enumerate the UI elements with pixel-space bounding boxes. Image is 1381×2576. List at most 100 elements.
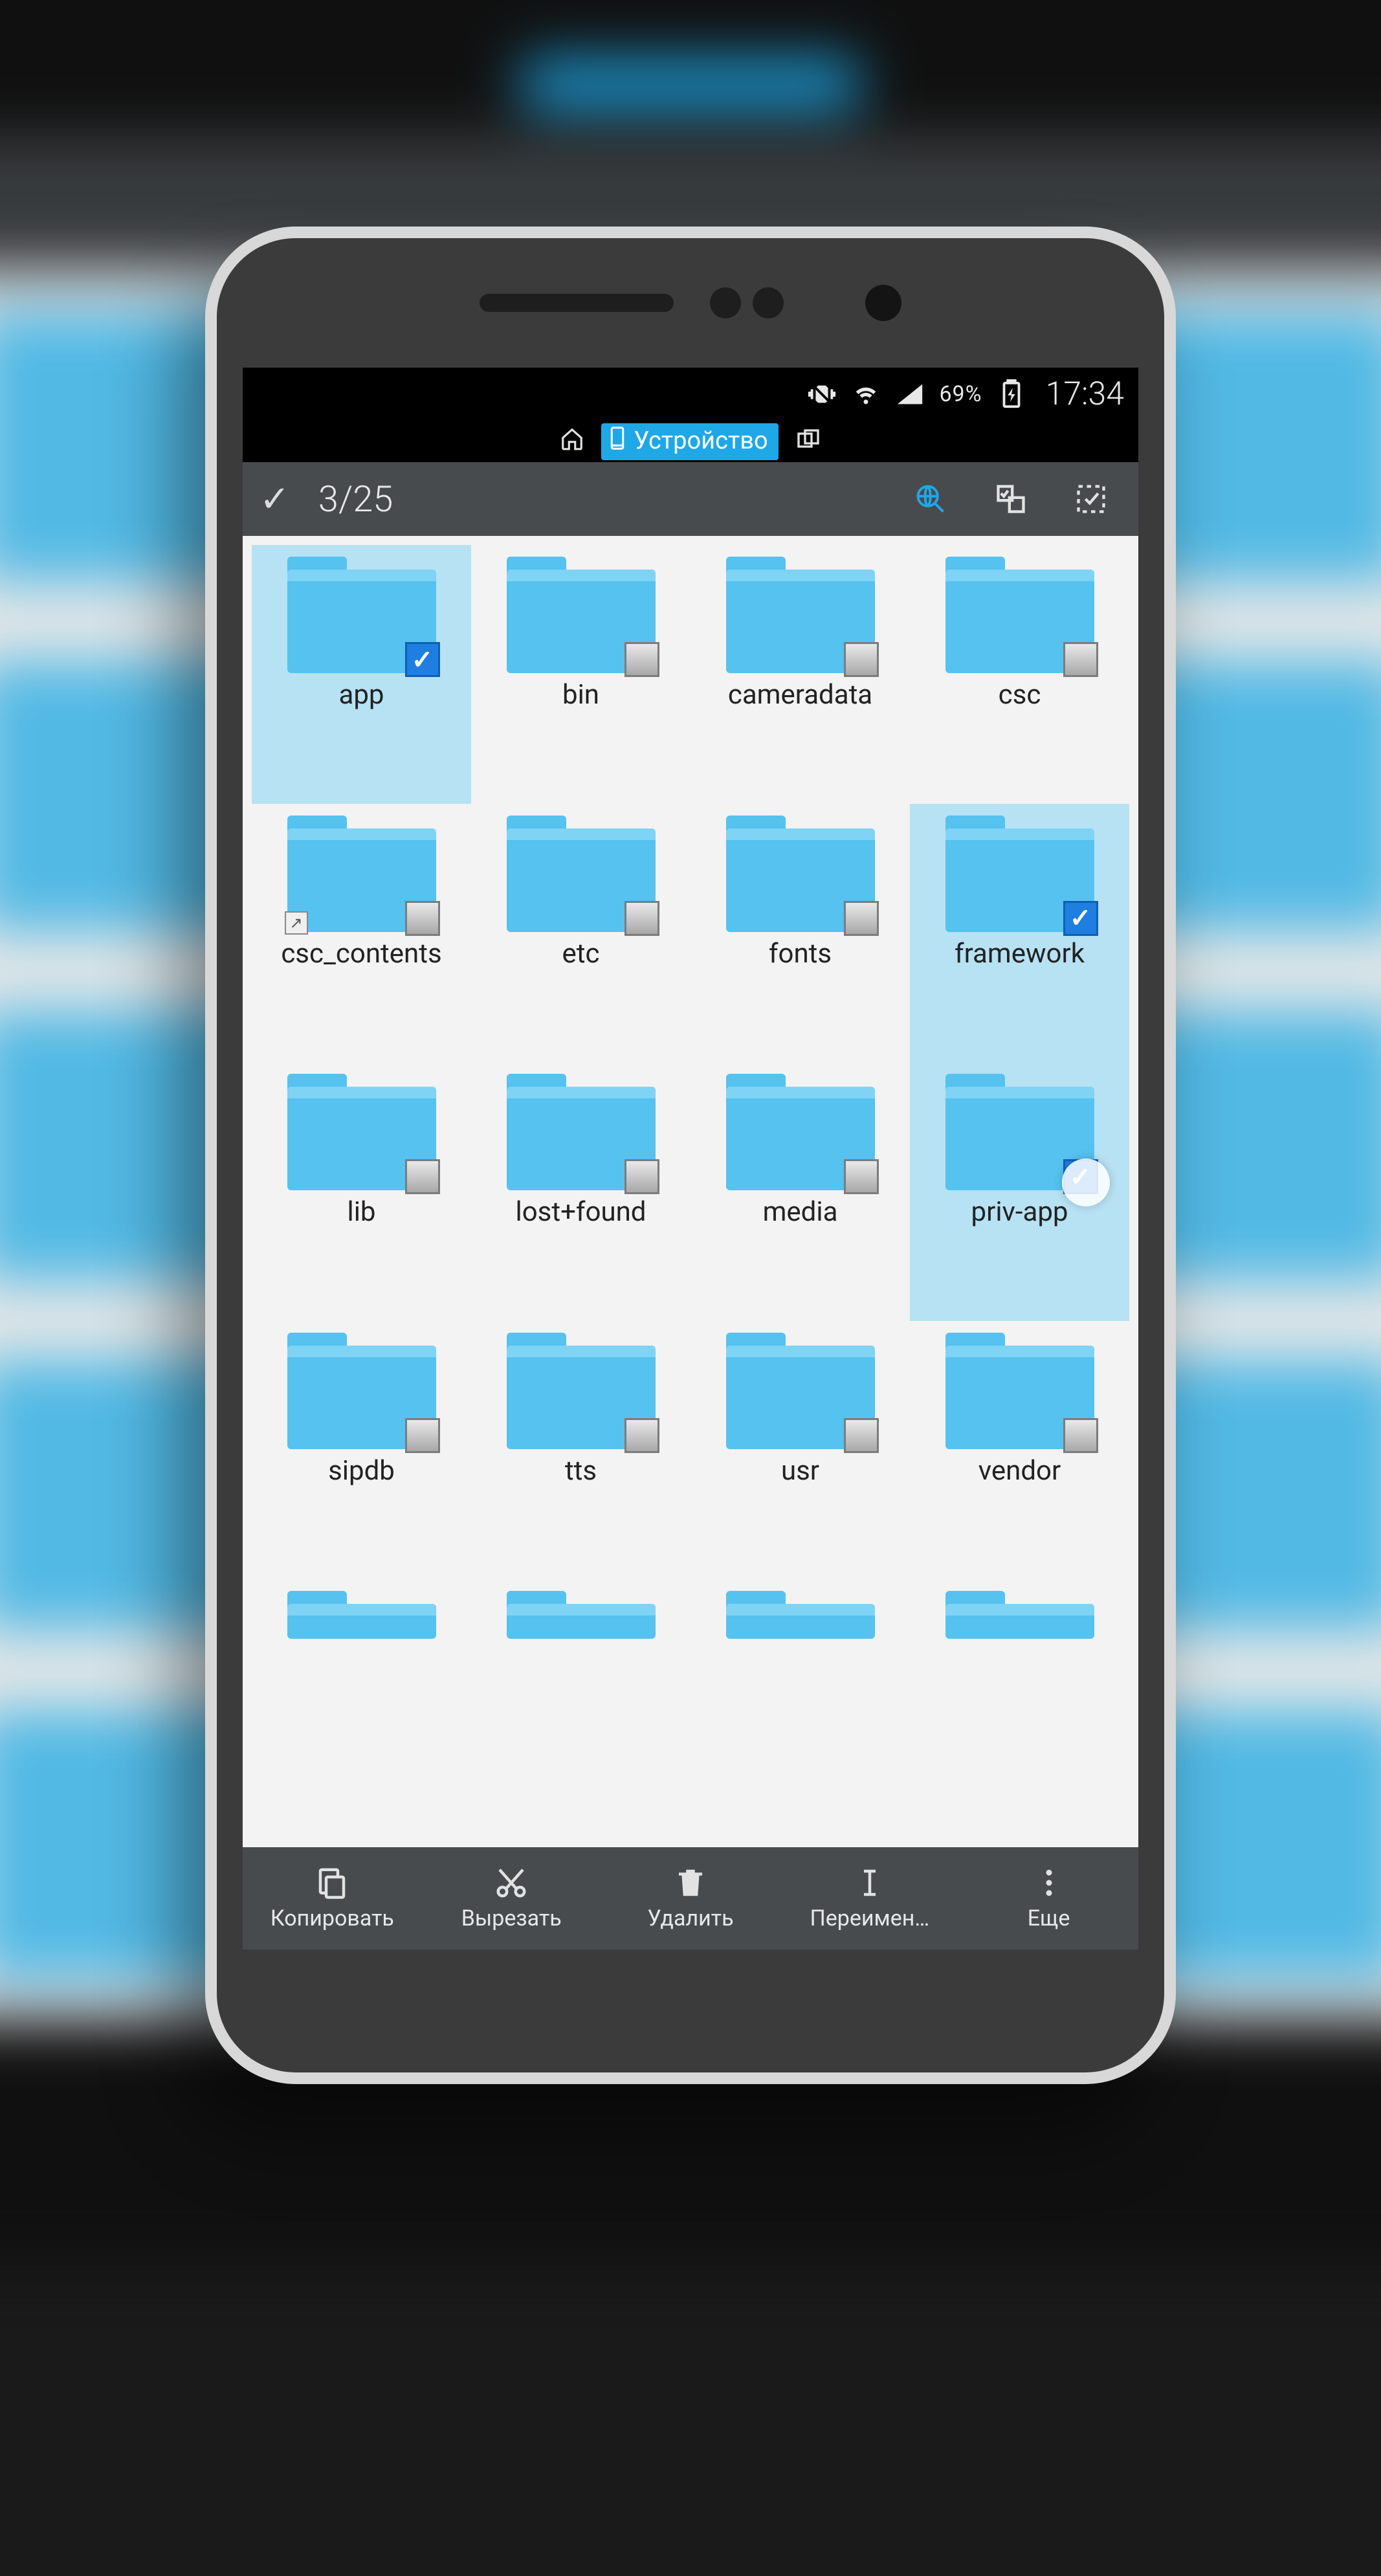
folder-icon (507, 1074, 656, 1190)
status-bar: 69% 17:34 (243, 368, 1138, 421)
scroll-handle[interactable] (1062, 1159, 1110, 1206)
folder-icon: ✓ (287, 557, 436, 673)
invert-selection-button[interactable] (980, 469, 1041, 529)
tab-bar: Устройство (243, 421, 1138, 462)
folder-item[interactable]: cameradata (690, 545, 910, 804)
unchecked-box-icon[interactable] (624, 1418, 659, 1453)
folder-icon (507, 816, 656, 932)
rename-button[interactable]: Переимен… (780, 1865, 959, 1931)
folder-item-peek[interactable] (471, 1579, 690, 1838)
delete-button[interactable]: Удалить (601, 1865, 780, 1931)
phone-speaker (480, 294, 674, 312)
folder-label: usr (694, 1456, 906, 1486)
folder-label: media (694, 1197, 906, 1227)
folder-item[interactable]: fonts (690, 804, 910, 1063)
folder-item-peek[interactable] (690, 1579, 910, 1838)
folder-item[interactable]: etc (471, 804, 690, 1063)
folder-item[interactable]: ✓app (252, 545, 471, 804)
folder-label: sipdb (256, 1456, 467, 1486)
wifi-icon (851, 379, 881, 409)
cut-button[interactable]: Вырезать (422, 1865, 601, 1931)
web-search-button[interactable] (900, 469, 961, 529)
folder-item[interactable]: tts (471, 1321, 690, 1580)
folder-label: csc (914, 680, 1125, 710)
folder-item[interactable]: sipdb (252, 1321, 471, 1580)
unchecked-box-icon[interactable] (844, 901, 879, 936)
phone-sensor (753, 287, 784, 318)
unchecked-box-icon[interactable] (844, 642, 879, 677)
folder-item[interactable]: ✓framework (910, 804, 1129, 1063)
copy-label: Копировать (271, 1905, 394, 1931)
folder-icon (726, 1074, 875, 1190)
folder-icon (726, 1333, 875, 1449)
confirm-selection-icon[interactable]: ✓ (260, 478, 290, 520)
unchecked-box-icon[interactable] (405, 1159, 440, 1194)
select-all-button[interactable] (1061, 469, 1121, 529)
unchecked-box-icon[interactable] (405, 1418, 440, 1453)
folder-item-peek[interactable] (252, 1579, 471, 1838)
folder-label: tts (475, 1456, 687, 1486)
phone-top (217, 238, 1164, 368)
unchecked-box-icon[interactable] (1063, 642, 1098, 677)
folder-icon (507, 557, 656, 673)
folder-item[interactable]: media (690, 1062, 910, 1321)
folder-grid[interactable]: ✓appbincameradatacsc↗csc_contentsetcfont… (243, 536, 1138, 1847)
tab-device-label: Устройство (634, 427, 768, 455)
folder-icon: ✓ (945, 816, 1094, 932)
selection-counter: 3/25 (318, 478, 393, 520)
battery-charging-icon (997, 379, 1026, 409)
multiwindow-tab-icon[interactable] (795, 427, 821, 456)
unchecked-box-icon[interactable] (624, 642, 659, 677)
folder-icon: ↗ (287, 816, 436, 932)
unchecked-box-icon[interactable] (844, 1159, 879, 1194)
vibrate-icon (807, 379, 837, 409)
folder-item[interactable]: lib (252, 1062, 471, 1321)
rename-label: Переимен… (810, 1905, 929, 1931)
folder-icon (507, 1333, 656, 1449)
copy-button[interactable]: Копировать (243, 1865, 422, 1931)
tab-device[interactable]: Устройство (601, 423, 778, 460)
checked-icon[interactable]: ✓ (1063, 901, 1098, 936)
folder-icon (726, 557, 875, 673)
folder-label: app (256, 680, 467, 710)
folder-icon (945, 1333, 1094, 1449)
folder-item[interactable]: bin (471, 545, 690, 804)
folder-label: cameradata (694, 680, 906, 710)
folder-item[interactable]: ↗csc_contents (252, 804, 471, 1063)
screen: 69% 17:34 (243, 368, 1138, 1949)
signal-icon (895, 379, 925, 409)
more-button[interactable]: Еще (959, 1865, 1138, 1931)
phone-frame: 69% 17:34 (205, 227, 1176, 2084)
phone-camera (865, 285, 901, 321)
battery-percent: 69% (939, 381, 982, 407)
selection-action-bar: ✓ 3/25 (243, 462, 1138, 536)
unchecked-box-icon[interactable] (624, 901, 659, 936)
folder-icon (287, 1333, 436, 1449)
folder-item-peek[interactable] (910, 1579, 1129, 1838)
folder-item[interactable]: vendor (910, 1321, 1129, 1580)
folder-icon (726, 816, 875, 932)
folder-item[interactable]: usr (690, 1321, 910, 1580)
phone-sensor (710, 287, 741, 318)
folder-label: bin (475, 680, 687, 710)
home-tab-icon[interactable] (560, 427, 584, 457)
folder-item[interactable]: csc (910, 545, 1129, 804)
folder-icon (287, 1074, 436, 1190)
folder-icon (507, 1591, 656, 1639)
folder-item[interactable]: lost+found (471, 1062, 690, 1321)
unchecked-box-icon[interactable] (624, 1159, 659, 1194)
folder-label: lost+found (475, 1197, 687, 1227)
folder-icon (287, 1591, 436, 1639)
unchecked-box-icon[interactable] (1063, 1418, 1098, 1453)
checked-icon[interactable]: ✓ (405, 642, 440, 677)
folder-label: vendor (914, 1456, 1125, 1486)
folder-icon (945, 1591, 1094, 1639)
bottom-toolbar: Копировать Вырезать Удалить Переимен (243, 1847, 1138, 1949)
cut-label: Вырезать (461, 1905, 562, 1931)
unchecked-box-icon[interactable] (405, 901, 440, 936)
folder-label: framework (914, 938, 1125, 969)
folder-label: lib (256, 1197, 467, 1227)
unchecked-box-icon[interactable] (844, 1418, 879, 1453)
folder-icon (726, 1591, 875, 1639)
device-icon (608, 426, 627, 456)
